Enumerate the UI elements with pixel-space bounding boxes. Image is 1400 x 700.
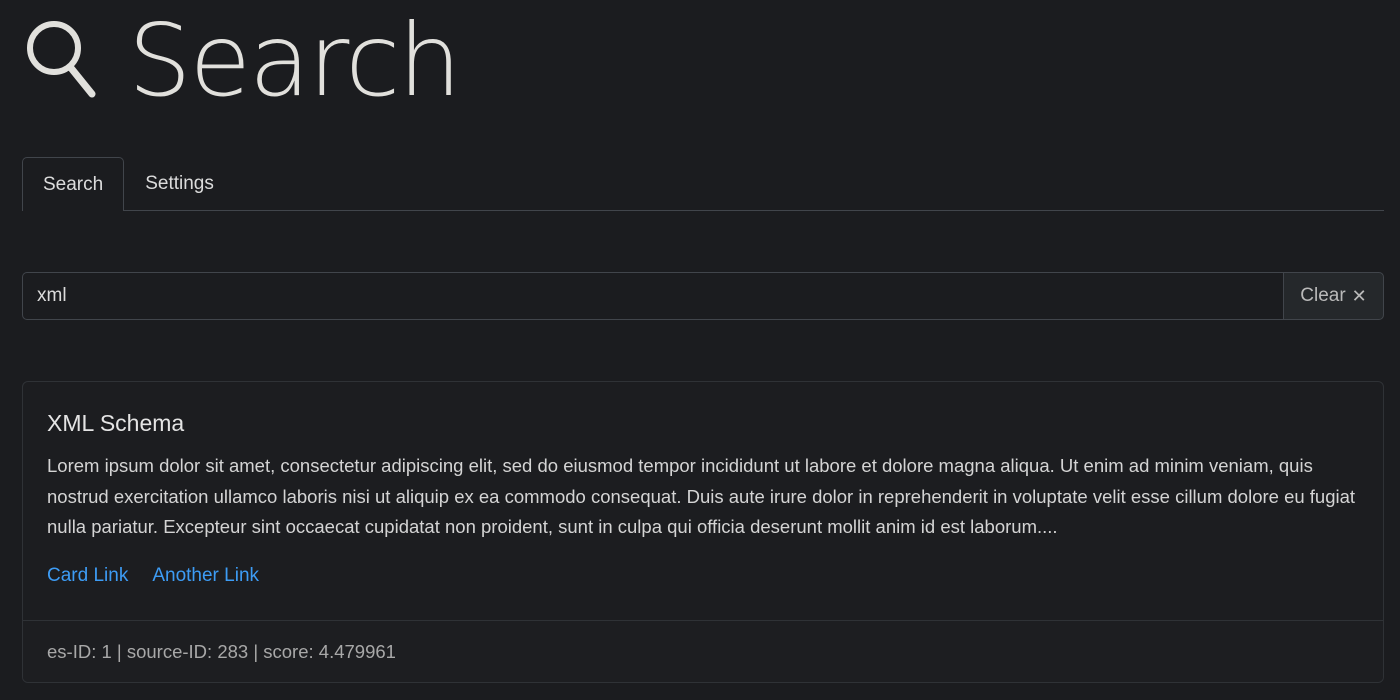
- card-footer: es-ID: 1 | source-ID: 283 | score: 4.479…: [23, 620, 1383, 682]
- page-header: Search: [20, 2, 462, 119]
- search-page: Search Search Settings Clear ✕ XML Schem…: [0, 0, 1400, 700]
- another-link[interactable]: Another Link: [152, 565, 259, 587]
- clear-button[interactable]: Clear ✕: [1283, 272, 1384, 320]
- tab-search[interactable]: Search: [22, 157, 125, 211]
- close-icon: ✕: [1351, 286, 1367, 306]
- clear-button-label: Clear: [1300, 285, 1346, 306]
- search-icon: [20, 11, 100, 111]
- tab-settings[interactable]: Settings: [124, 157, 235, 210]
- card-link[interactable]: Card Link: [47, 565, 128, 587]
- card-text: Lorem ipsum dolor sit amet, consectetur …: [47, 455, 1356, 537]
- result-card: XML Schema Lorem ipsum dolor sit amet, c…: [22, 381, 1384, 683]
- card-links: Card Link Another Link: [47, 565, 1359, 587]
- search-bar: Clear ✕: [22, 272, 1384, 320]
- search-input[interactable]: [22, 272, 1283, 320]
- card-title: XML Schema: [47, 410, 185, 436]
- tab-bar: Search Settings: [22, 157, 1384, 211]
- card-body: XML Schema Lorem ipsum dolor sit amet, c…: [23, 382, 1383, 587]
- page-title: Search: [128, 2, 462, 119]
